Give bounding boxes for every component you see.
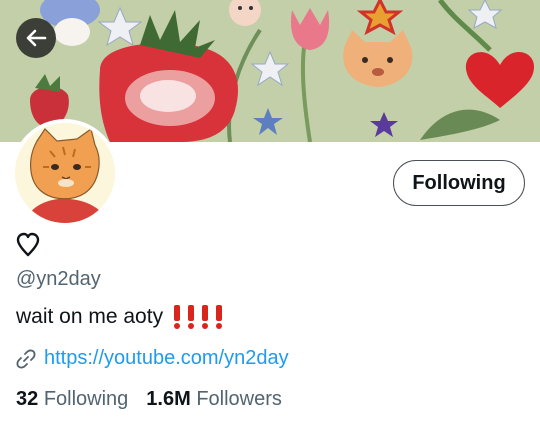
heart-outline-icon (16, 232, 40, 257)
following-button[interactable]: Following (393, 160, 525, 206)
link-icon (16, 349, 36, 368)
exclamation-emojis (173, 305, 223, 329)
profile-link-row: https://youtube.com/yn2day (16, 347, 289, 370)
followers-stat[interactable]: 1.6M Followers (146, 388, 282, 411)
back-button[interactable] (16, 18, 56, 58)
cat-avatar-illustration (15, 123, 115, 223)
exclamation-icon (173, 305, 181, 329)
profile-link[interactable]: https://youtube.com/yn2day (44, 347, 289, 370)
following-count: 32 (16, 388, 39, 410)
display-name (16, 232, 40, 262)
followers-count: 1.6M (146, 388, 191, 410)
following-label: Following (43, 388, 129, 410)
exclamation-icon (201, 305, 209, 329)
bio-text: wait on me aoty (16, 305, 164, 328)
follow-stats: 32 Following 1.6M Followers (16, 388, 282, 411)
following-stat[interactable]: 32 Following (16, 388, 128, 411)
avatar[interactable] (11, 119, 119, 227)
followers-label: Followers (196, 388, 282, 410)
exclamation-icon (187, 305, 195, 329)
user-handle: @yn2day (16, 268, 101, 290)
arrow-left-icon (26, 29, 47, 47)
exclamation-icon (215, 305, 223, 329)
profile-bio: wait on me aoty (16, 305, 223, 329)
